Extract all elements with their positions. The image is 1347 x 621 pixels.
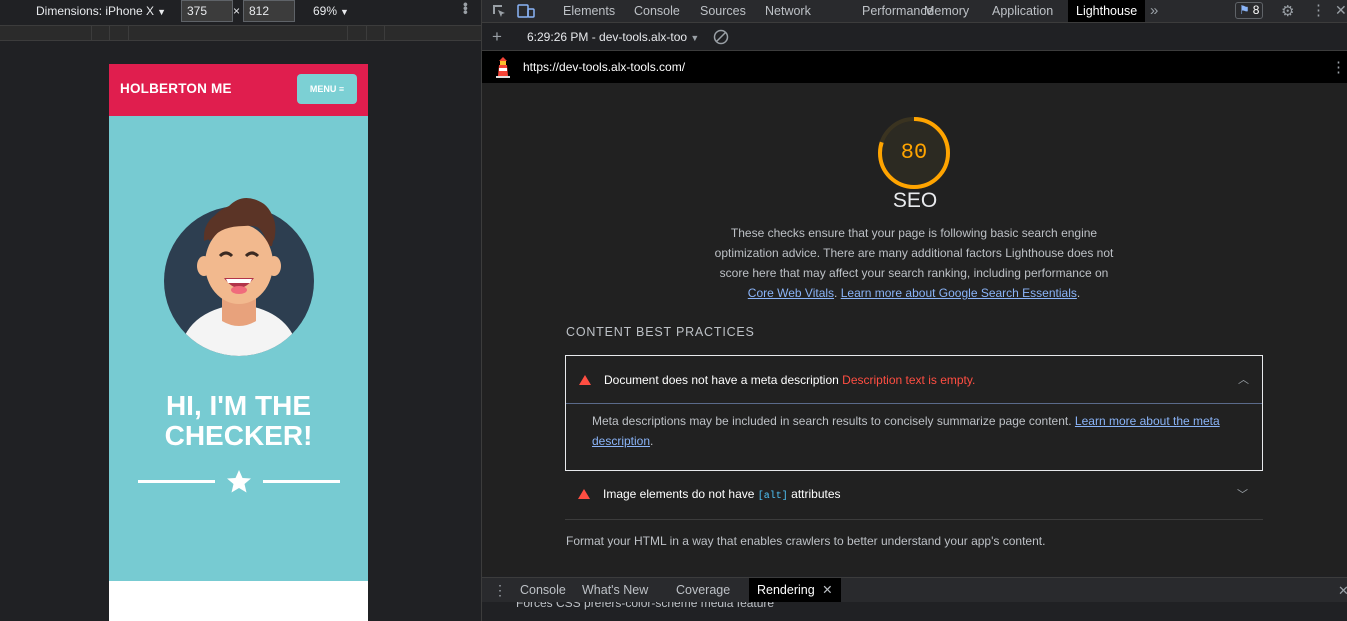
issues-badge[interactable]: ⚑ 8	[1235, 2, 1264, 19]
device-select-label: Dimensions: iPhone X	[36, 4, 155, 18]
times-symbol: ×	[233, 4, 241, 18]
tab-network[interactable]: Network	[765, 0, 811, 22]
audit-error-text: Description text is empty.	[842, 373, 976, 387]
report-url[interactable]: https://dev-tools.alx-tools.com/	[523, 60, 685, 74]
audit-image-alt[interactable]: Image elements do not have [alt] attribu…	[565, 480, 1263, 520]
device-toolbar: Dimensions: iPhone X▼ × 69%▼ •••	[0, 0, 481, 23]
caret-down-icon: ▼	[157, 7, 166, 17]
hero-title-line2: CHECKER!	[164, 420, 313, 451]
settings-gear-icon[interactable]: ⚙	[1281, 2, 1294, 20]
chevron-down-icon[interactable]: ﹀	[1237, 486, 1248, 502]
link-end: .	[1076, 286, 1081, 300]
hero-title-line1: HI, I'M THE	[165, 390, 312, 421]
new-report-plus-icon[interactable]: +	[492, 27, 502, 47]
site-header: HOLBERTON ME MENU ≡	[109, 64, 368, 116]
close-devtools-icon[interactable]: ✕	[1335, 2, 1347, 19]
hero-title: HI, I'M THE CHECKER!	[109, 391, 368, 451]
caret-down-icon: ▼	[690, 33, 700, 43]
tab-lighthouse[interactable]: Lighthouse	[1068, 0, 1146, 22]
audit-meta-description[interactable]: Document does not have a meta descriptio…	[565, 355, 1263, 471]
hero-section: HI, I'M THE CHECKER!	[109, 116, 368, 581]
audit-title-pre: Image elements do not have	[603, 487, 755, 501]
tab-sources[interactable]: Sources	[700, 0, 746, 22]
tab-memory[interactable]: Memory	[924, 0, 969, 22]
report-menu-icon[interactable]: ⋮	[1331, 58, 1346, 76]
issues-icon: ⚑	[1239, 3, 1250, 17]
site-logo[interactable]: HOLBERTON ME	[120, 81, 232, 96]
zoom-value: 69%	[313, 4, 338, 18]
fail-triangle-icon	[578, 489, 590, 499]
star-icon	[227, 470, 251, 493]
link-separator: .	[834, 286, 838, 300]
drawer-tab-rendering-label: Rendering	[757, 583, 815, 597]
alt-code: [alt]	[757, 491, 788, 502]
device-select[interactable]: Dimensions: iPhone X ▼	[36, 4, 166, 18]
media-query-ruler[interactable]	[0, 25, 481, 41]
search-essentials-link[interactable]: Learn more about Google Search Essential…	[841, 286, 1077, 300]
report-selector-label: 6:29:26 PM - dev-tools.alx-too	[527, 30, 688, 44]
close-drawer-icon[interactable]: ✕	[1338, 583, 1347, 599]
core-web-vitals-link[interactable]: Core Web Vitals	[748, 286, 834, 300]
drawer-tab-rendering[interactable]: Rendering ✕	[749, 578, 841, 603]
more-options-icon[interactable]: •••	[458, 2, 474, 14]
drawer-tabbar: ⋮ Console What's New Coverage Rendering …	[482, 577, 1347, 603]
audit-details: Meta descriptions may be included in sea…	[592, 411, 1232, 451]
star-divider	[138, 470, 340, 493]
audit-title: Image elements do not have [alt] attribu…	[603, 487, 841, 502]
audit-title-post: attributes	[791, 487, 841, 501]
zoom-select[interactable]: 69% ▼	[313, 4, 349, 18]
clear-reports-icon[interactable]	[713, 29, 729, 45]
menu-button[interactable]: MENU ≡	[297, 74, 357, 104]
chevron-up-icon[interactable]: ︿	[1238, 371, 1249, 387]
devtools-tabbar: Elements Console Sources Network Perform…	[482, 0, 1347, 23]
drawer-menu-icon[interactable]: ⋮	[493, 582, 507, 599]
drawer-tab-coverage[interactable]: Coverage	[676, 578, 730, 603]
details-end: .	[650, 434, 654, 448]
drawer-tab-console[interactable]: Console	[520, 578, 566, 603]
height-input[interactable]	[243, 0, 295, 22]
audit-details-text: Meta descriptions may be included in sea…	[592, 414, 1072, 428]
tab-application[interactable]: Application	[992, 0, 1053, 22]
rendering-panel: Forces CSS prefers-color-scheme media fe…	[482, 602, 1347, 621]
tab-elements[interactable]: Elements	[563, 0, 615, 22]
phone-viewport: HOLBERTON ME MENU ≡ HI, I'M THE CHECKER!	[109, 64, 368, 621]
tab-performance[interactable]: Performance	[862, 0, 934, 22]
tab-console[interactable]: Console	[634, 0, 680, 22]
close-tab-icon[interactable]: ✕	[822, 583, 832, 597]
group-description: Format your HTML in a way that enables c…	[566, 534, 1046, 548]
audit-header[interactable]: Document does not have a meta descriptio…	[566, 356, 1262, 404]
section-title: CONTENT BEST PRACTICES	[566, 325, 755, 339]
report-selector[interactable]: 6:29:26 PM - dev-tools.alx-too ▼	[527, 30, 699, 44]
inspect-element-icon[interactable]	[491, 3, 507, 19]
avatar-illustration	[164, 197, 314, 356]
width-input[interactable]	[181, 0, 233, 22]
score-value: 80	[900, 140, 928, 165]
rendering-option-text: Forces CSS prefers-color-scheme media fe…	[516, 602, 775, 610]
report-url-bar: https://dev-tools.alx-tools.com/ ⋮	[482, 51, 1347, 83]
audit-title-text: Document does not have a meta descriptio…	[604, 373, 839, 387]
device-emulation-panel: Dimensions: iPhone X▼ × 69%▼ ••• HOLBERT…	[0, 0, 481, 621]
lighthouse-logo-icon	[496, 57, 510, 78]
caret-down-icon: ▼	[340, 7, 349, 17]
audit-title: Document does not have a meta descriptio…	[604, 373, 975, 387]
devtools-panel: Elements Console Sources Network Perform…	[481, 0, 1347, 621]
category-title: SEO	[892, 189, 938, 212]
drawer-tab-whats-new[interactable]: What's New	[582, 578, 648, 603]
lighthouse-toolbar: + 6:29:26 PM - dev-tools.alx-too ▼	[482, 23, 1347, 51]
description-text: These checks ensure that your page is fo…	[714, 226, 1114, 280]
device-toolbar-icon[interactable]	[517, 3, 535, 19]
fail-triangle-icon	[579, 375, 591, 385]
category-description: These checks ensure that your page is fo…	[708, 223, 1120, 303]
lighthouse-report: 80 SEO These checks ensure that your pag…	[482, 83, 1347, 576]
issues-count: 8	[1252, 3, 1260, 17]
more-options-icon[interactable]: ⋮	[1311, 1, 1326, 19]
more-tabs-icon[interactable]: »	[1150, 2, 1158, 19]
